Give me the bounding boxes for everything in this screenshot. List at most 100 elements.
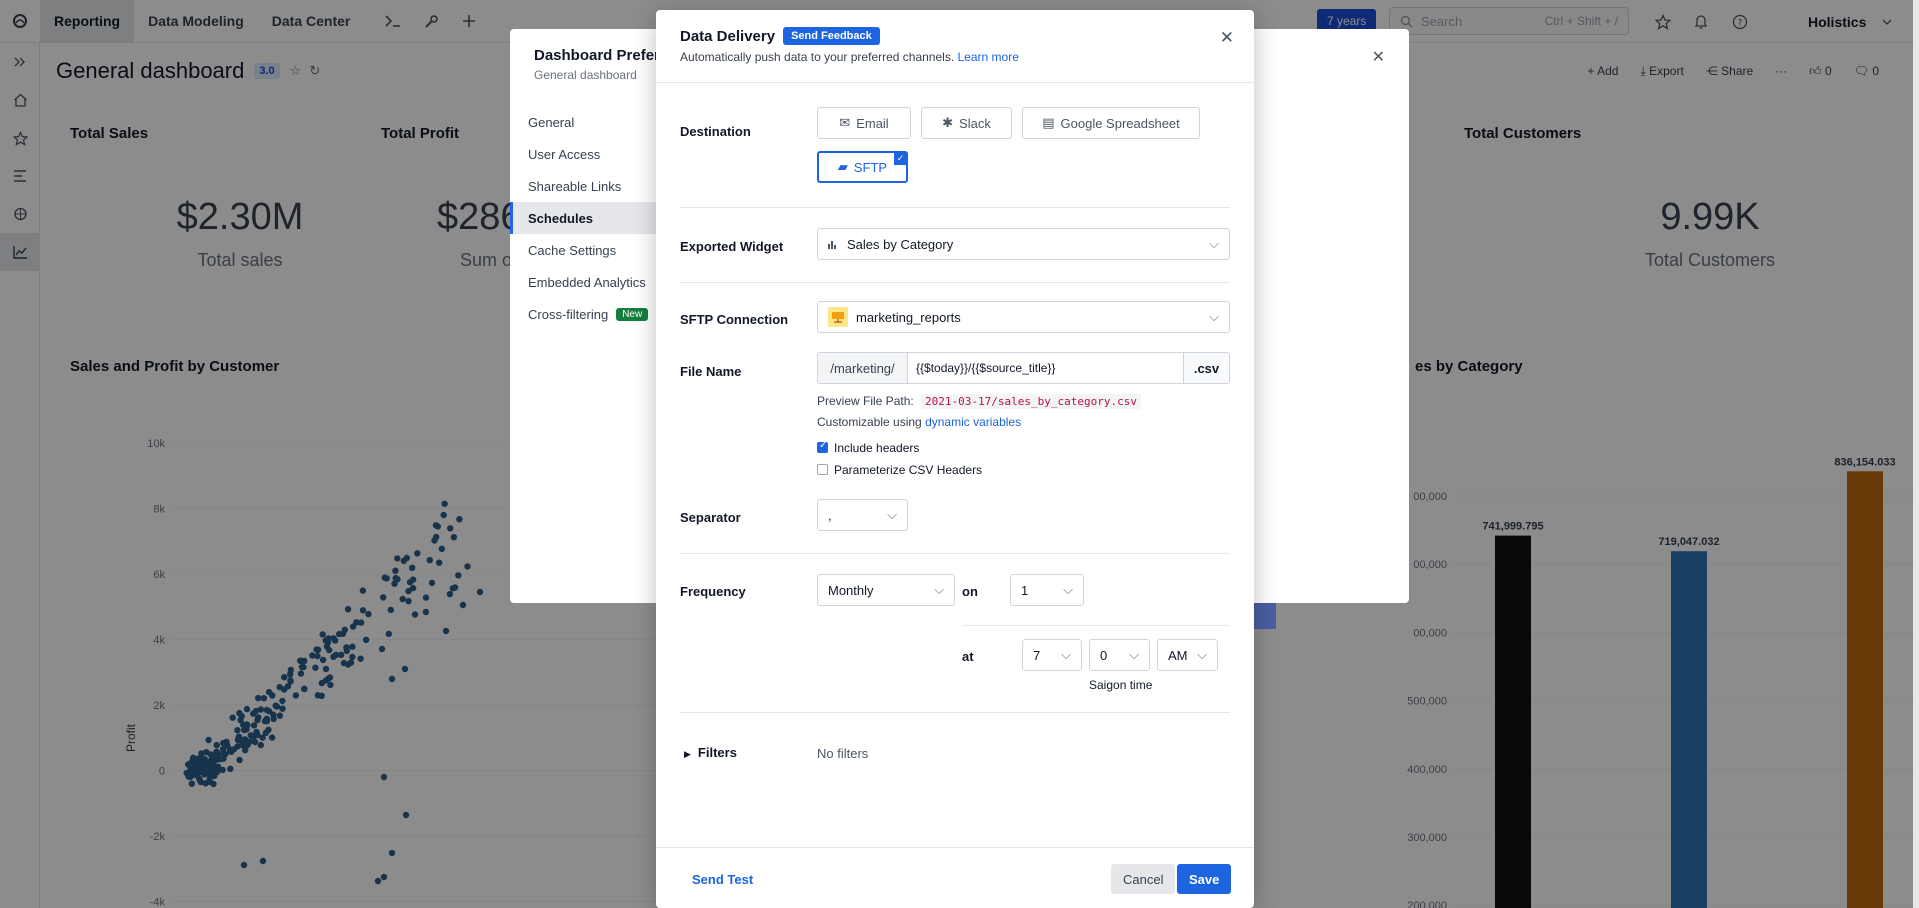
modal-subtitle-text: Automatically push data to your preferre… (680, 50, 955, 64)
destination-sftp-button[interactable]: ▰ SFTP ✓ (817, 151, 908, 183)
preview-path-value: 2021-03-17/sales_by_category.csv (921, 394, 1141, 409)
separator-label: Separator (680, 510, 741, 525)
bar-chart-icon (828, 237, 839, 252)
preferences-header: Dashboard Prefere General dashboard (534, 47, 668, 82)
separator-value: , (828, 507, 832, 523)
new-badge: New (616, 307, 649, 321)
save-button[interactable]: Save (1177, 864, 1232, 894)
spreadsheet-icon: ▤ (1042, 115, 1055, 130)
parameterize-headers-checkbox[interactable]: Parameterize CSV Headers (817, 463, 982, 477)
preferences-nav-item[interactable]: Schedules (510, 202, 680, 234)
scrollbar[interactable] (1913, 0, 1919, 908)
ampm-select[interactable]: AM ⌵ (1157, 639, 1218, 671)
day-of-month-select[interactable]: 1 ⌵ (1010, 574, 1084, 606)
caret-right-icon: ▶ (684, 749, 691, 759)
file-name-extension: .csv (1183, 353, 1229, 383)
at-label: at (962, 649, 974, 664)
server-icon (828, 307, 848, 327)
chevron-down-icon: ⌵ (1129, 647, 1139, 662)
close-icon[interactable]: ✕ (1220, 28, 1234, 48)
filters-toggle[interactable]: ▶ Filters (684, 745, 737, 760)
exported-widget-label: Exported Widget (680, 239, 784, 254)
preferences-nav-item[interactable]: General (510, 106, 680, 138)
chevron-down-icon: ⌵ (1209, 236, 1219, 251)
customizable-note: Customizable using dynamic variables (817, 415, 1021, 429)
preferences-nav-label: General (528, 114, 575, 130)
preview-label: Preview File Path: (817, 394, 914, 408)
selected-check-icon: ✓ (894, 152, 907, 165)
day-of-month-value: 1 (1021, 582, 1029, 598)
preferences-nav-label: Shareable Links (528, 178, 622, 194)
chevron-down-icon: ⌵ (934, 582, 944, 597)
preferences-subtitle: General dashboard (534, 68, 637, 82)
minute-select[interactable]: 0 ⌵ (1089, 639, 1150, 671)
destination-email-label: Email (856, 115, 889, 131)
preferences-nav-item[interactable]: Shareable Links (510, 170, 680, 202)
file-name-field: /marketing/ {{$today}}/{{$source_title}}… (817, 352, 1230, 384)
sftp-connection-select[interactable]: marketing_reports ⌵ (817, 301, 1230, 333)
send-feedback-button[interactable]: Send Feedback (783, 27, 880, 45)
destination-google-spreadsheet-button[interactable]: ▤ Google Spreadsheet (1022, 107, 1200, 139)
on-label: on (962, 584, 978, 599)
preferences-nav-item[interactable]: Embedded Analytics (510, 266, 680, 298)
divider (680, 712, 1230, 713)
slack-icon: ✱ (942, 115, 954, 130)
exported-widget-value: Sales by Category (847, 236, 954, 252)
minute-value: 0 (1100, 647, 1108, 663)
separator-select[interactable]: , ⌵ (817, 499, 908, 531)
hour-select[interactable]: 7 ⌵ (1022, 639, 1082, 671)
send-test-button[interactable]: Send Test (692, 872, 753, 887)
destination-slack-label: Slack (959, 115, 991, 131)
chevron-down-icon: ⌵ (887, 507, 897, 522)
timezone-text: Saigon time (1089, 678, 1153, 692)
frequency-select[interactable]: Monthly ⌵ (817, 574, 955, 606)
parameterize-label: Parameterize CSV Headers (834, 463, 983, 477)
chevron-down-icon: ⌵ (1061, 647, 1071, 662)
folder-icon: ▰ (837, 159, 848, 174)
cancel-button[interactable]: Cancel (1111, 864, 1176, 894)
divider (680, 207, 1230, 208)
chevron-down-icon: ⌵ (1063, 582, 1073, 597)
preferences-nav-item[interactable]: User Access (510, 138, 680, 170)
preferences-nav-label: User Access (528, 146, 601, 162)
destination-google-spreadsheet-label: Google Spreadsheet (1060, 115, 1180, 131)
destination-slack-button[interactable]: ✱ Slack (921, 107, 1012, 139)
chevron-down-icon: ⌵ (1209, 309, 1219, 324)
frequency-value: Monthly (828, 582, 874, 598)
file-name-input[interactable]: {{$today}}/{{$source_title}} (908, 353, 1183, 383)
modal-footer: Send Test Cancel Save (656, 847, 1254, 908)
chevron-down-icon: ⌵ (1197, 647, 1207, 662)
divider (680, 553, 1230, 554)
include-headers-label: Include headers (834, 441, 920, 455)
modal-subtitle: Automatically push data to your preferre… (680, 50, 1230, 64)
data-delivery-modal: Data Delivery Send Feedback Automaticall… (656, 10, 1254, 908)
preferences-nav-label: Cache Settings (528, 242, 617, 258)
file-name-label: File Name (680, 364, 742, 379)
filters-value: No filters (817, 746, 869, 761)
include-headers-checkbox[interactable]: Include headers (817, 440, 920, 455)
filters-label: Filters (697, 745, 737, 760)
dynamic-variables-link[interactable]: dynamic variables (925, 415, 1021, 429)
preferences-nav-item[interactable]: Cross-filtering New (510, 298, 680, 330)
mail-icon: ✉ (839, 115, 851, 130)
exported-widget-select[interactable]: Sales by Category ⌵ (817, 228, 1230, 260)
frequency-label: Frequency (680, 584, 746, 599)
hour-value: 7 (1033, 647, 1041, 663)
sftp-connection-value: marketing_reports (856, 309, 961, 325)
preferences-nav-item[interactable]: Cache Settings (510, 234, 680, 266)
background-bar-fragment (1254, 603, 1276, 629)
customizable-text: Customizable using (817, 415, 922, 429)
divider (962, 625, 1230, 626)
preferences-nav-label: Cross-filtering (528, 306, 609, 322)
learn-more-link[interactable]: Learn more (958, 50, 1019, 64)
destination-label: Destination (680, 124, 751, 139)
sftp-connection-label: SFTP Connection (680, 312, 789, 327)
preferences-nav-label: Embedded Analytics (528, 274, 646, 290)
preferences-close-icon[interactable]: ✕ (1372, 47, 1385, 67)
modal-header: Data Delivery Send Feedback Automaticall… (656, 10, 1254, 83)
preferences-nav: General User Access Shareable Links Schedul… (510, 106, 680, 330)
ampm-value: AM (1168, 647, 1188, 663)
destination-email-button[interactable]: ✉ Email (817, 107, 911, 139)
file-name-prefix: /marketing/ (818, 353, 908, 383)
modal-title: Data Delivery (680, 27, 776, 45)
